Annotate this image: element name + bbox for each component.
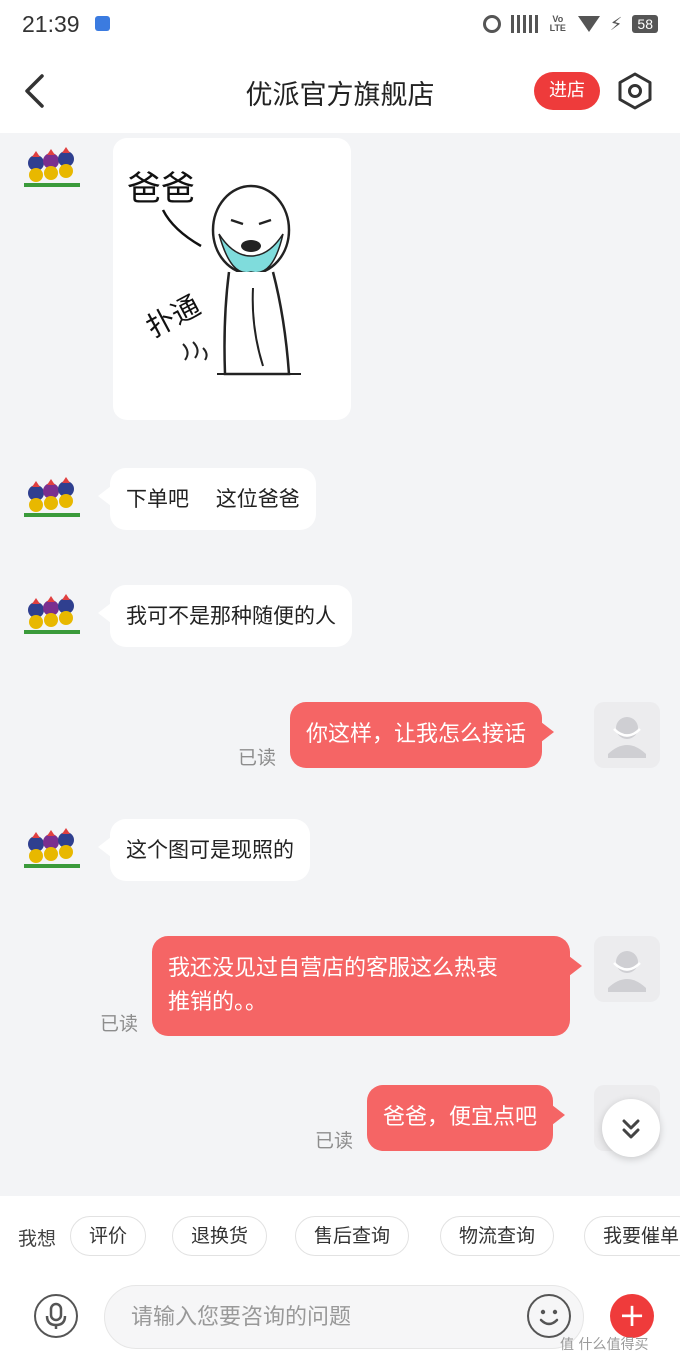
message-bubble-outgoing[interactable]: 我还没见过自营店的客服这么热衷 推销的。。 (152, 936, 582, 1036)
read-status: 已读 (315, 1130, 354, 1152)
shop-avatar[interactable] (20, 475, 84, 527)
wifi-icon (577, 16, 600, 32)
volte-icon: Vo LTE (549, 14, 566, 33)
shop-avatar[interactable] (20, 145, 84, 197)
status-icons: Vo LTE ⚡ 58 (482, 12, 658, 36)
signal-icon (510, 15, 538, 33)
message-bubble-incoming[interactable]: 我可不是那种随便的人 (98, 585, 352, 647)
smiley-icon (539, 1309, 559, 1326)
double-chevron-down-icon (622, 1119, 640, 1139)
battery-icon: 58 (632, 15, 658, 33)
user-avatar-icon (608, 951, 646, 992)
sticker-message[interactable]: 爸爸 扑通 (113, 138, 351, 420)
sticker-text-top: 爸爸 (127, 169, 195, 209)
message-bubble-outgoing[interactable]: 爸爸，便宜点吧 (367, 1085, 566, 1151)
input-bar: + 值 什么值得买 (0, 1276, 680, 1360)
read-status: 已读 (238, 747, 277, 769)
quick-action-logistics[interactable]: 物流查询 (440, 1216, 555, 1256)
microphone-icon (45, 1302, 67, 1329)
crying-meme-sticker: 爸爸 扑通 (127, 169, 301, 376)
more-actions-button[interactable]: + (610, 1294, 654, 1338)
scroll-to-bottom-button[interactable] (602, 1099, 660, 1157)
status-bar: 21:39 Vo LTE ⚡ 58 (0, 0, 680, 50)
emoji-button[interactable] (527, 1294, 571, 1338)
charging-icon: ⚡ (609, 13, 623, 35)
hexagon-settings-icon (618, 72, 652, 110)
sticker-text-action: 扑通 (141, 289, 206, 344)
message-input-container[interactable] (104, 1285, 584, 1349)
shop-avatar[interactable] (20, 826, 84, 878)
message-bubble-incoming[interactable]: 下单吧 这位爸爸 (98, 468, 316, 530)
alarm-icon (482, 15, 501, 33)
message-line: 我还没见过自营店的客服这么热衷 (168, 956, 499, 981)
watermark: 值 什么值得买 (560, 1337, 649, 1353)
quick-action-review[interactable]: 评价 (70, 1216, 147, 1256)
cloud-icon (95, 16, 110, 31)
shop-avatar[interactable] (20, 592, 84, 644)
user-avatar-icon (608, 717, 646, 758)
enter-store-button[interactable]: 进店 (534, 72, 600, 110)
message-bubble-incoming[interactable]: 这个图可是现照的 (98, 819, 310, 881)
voice-button[interactable] (34, 1294, 78, 1338)
message-input[interactable] (131, 1286, 511, 1348)
quick-action-return-exchange[interactable]: 退换货 (172, 1216, 268, 1256)
chat-messages[interactable]: 爸爸 扑通 下单吧 这位爸爸 我可不是那种随便的人 已读 你这样，让我怎么接话 (0, 133, 680, 1196)
message-bubble-outgoing[interactable]: 你这样，让我怎么接话 (290, 702, 555, 768)
user-avatar[interactable] (594, 936, 660, 1002)
quick-action-urge-order[interactable]: 我要催单 (584, 1216, 680, 1256)
chat-header: 优派官方旗舰店 进店 (0, 50, 680, 133)
quick-actions-bar: 我想 评价 退换货 售后查询 物流查询 我要催单 (0, 1196, 680, 1276)
status-time: 21:39 (22, 11, 80, 37)
quick-action-aftersales[interactable]: 售后查询 (295, 1216, 410, 1256)
read-status: 已读 (100, 1013, 139, 1035)
quick-actions-label: 我想 (18, 1228, 57, 1250)
message-line: 推销的。。 (168, 990, 268, 1015)
settings-button[interactable] (614, 70, 656, 112)
user-avatar[interactable] (594, 702, 660, 768)
